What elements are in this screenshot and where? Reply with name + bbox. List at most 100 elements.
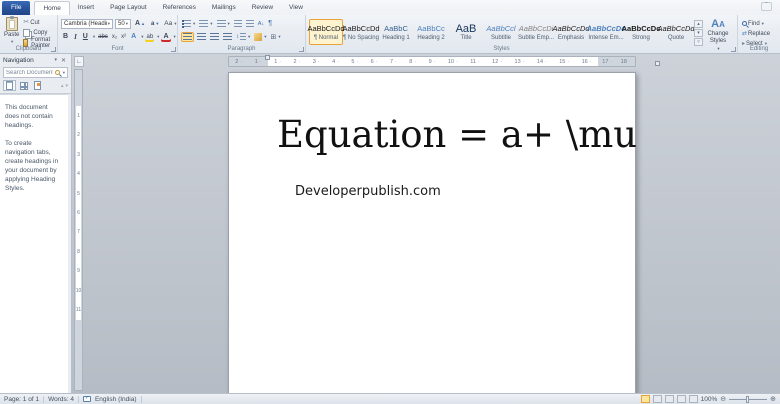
style-item[interactable]: AaBbCc Heading 2 (414, 19, 448, 45)
cut-button[interactable]: ✂ Cut (22, 18, 54, 27)
right-indent-marker[interactable] (655, 61, 660, 66)
align-right-button[interactable] (209, 32, 220, 41)
replace-button[interactable]: ⇄ Replace (741, 29, 777, 38)
print-layout-view-button[interactable] (640, 395, 650, 403)
zoom-out-icon[interactable]: ⊖ (720, 396, 726, 403)
style-item[interactable]: AaB Title (449, 19, 483, 45)
increase-indent-button[interactable] (245, 19, 255, 28)
shading-button[interactable]: ▾ (253, 32, 267, 41)
ribbon-tab[interactable]: Review (244, 1, 281, 15)
ruler-number: 9 (429, 59, 436, 65)
browse-pages-tab[interactable] (17, 80, 30, 91)
ribbon-tab[interactable]: Page Layout (102, 1, 155, 15)
show-marks-button[interactable]: ¶ (267, 20, 273, 27)
highlight-button[interactable]: ab (145, 34, 154, 40)
font-size-select[interactable]: 50 ▾ (115, 18, 131, 29)
style-label: Emphasis (557, 35, 585, 41)
subscript-button[interactable]: x₂ (111, 34, 118, 40)
zoom-level[interactable]: 100% (701, 396, 718, 403)
grow-font-button[interactable]: A ▲ (133, 20, 147, 27)
navigation-pane-title: Navigation (3, 56, 34, 64)
scissors-icon: ✂ (23, 19, 30, 26)
line-spacing-button[interactable]: ↕ ▾ (235, 32, 251, 41)
search-input[interactable]: Search Document ▾ (3, 67, 68, 78)
web-layout-view-button[interactable] (664, 395, 674, 403)
gallery-more-icon[interactable]: ▿ (694, 38, 703, 46)
ruler-number: 8 (409, 59, 416, 65)
page-count[interactable]: Page: 1 of 1 (4, 396, 39, 403)
bullet-list-icon (182, 19, 191, 28)
style-item[interactable]: AaBbCcDd Emphasis (552, 19, 589, 45)
indent-marker[interactable] (265, 55, 270, 60)
ruler-number: 15 (559, 59, 569, 65)
gallery-up-icon[interactable]: ▴ (694, 20, 703, 28)
align-center-button[interactable] (196, 32, 207, 41)
browse-results-tab[interactable] (31, 80, 44, 91)
borders-button[interactable]: ⊞ ▾ (270, 33, 282, 41)
style-item[interactable]: AaBbCcDd ¶ Normal (307, 19, 345, 45)
paste-button[interactable]: Paste ▾ (3, 16, 20, 45)
strikethrough-button[interactable]: abc (97, 34, 109, 40)
ribbon-tab[interactable]: View (281, 1, 311, 15)
navigation-hint-text: To create navigation tabs, create headin… (5, 140, 59, 192)
browse-headings-tab[interactable] (3, 80, 16, 91)
align-left-button[interactable] (181, 31, 194, 42)
bold-button[interactable]: B (61, 33, 70, 40)
ribbon-tab[interactable]: Mailings (204, 1, 244, 15)
spellcheck-icon[interactable] (82, 395, 91, 402)
sort-button[interactable]: A↓ (257, 21, 265, 27)
underline-button[interactable]: U (81, 33, 90, 40)
text-effects-button[interactable]: A (129, 33, 138, 40)
file-tab[interactable]: File (2, 1, 31, 15)
document-subtitle-text[interactable]: Developerpublish.com (229, 184, 635, 199)
font-name-select[interactable]: Cambria (Headin ▾ (61, 18, 113, 29)
multilevel-list-button[interactable]: ▾ (216, 19, 231, 28)
font-color-button[interactable]: A (161, 33, 170, 40)
horizontal-ruler[interactable]: 21 12345678910111213141516 1718 (228, 56, 636, 67)
justify-button[interactable] (222, 32, 233, 41)
italic-button[interactable]: I (72, 33, 79, 41)
clipboard-dialog-launcher-icon[interactable] (51, 47, 56, 52)
paste-label: Paste (4, 32, 20, 38)
fullscreen-reading-view-button[interactable] (652, 395, 662, 403)
ribbon-tab[interactable]: Home (34, 1, 70, 15)
zoom-slider-thumb[interactable] (746, 395, 750, 403)
change-styles-button[interactable]: AA Change Styles ▾ (703, 17, 733, 52)
change-case-button[interactable]: Aa ▾ (163, 20, 177, 27)
numbering-button[interactable]: ▾ (198, 19, 213, 28)
style-item[interactable]: AaBbC Heading 1 (379, 19, 413, 45)
outline-view-button[interactable] (676, 395, 686, 403)
style-item[interactable]: AaBbCcDd Quote (657, 19, 694, 45)
superscript-button[interactable]: x² (120, 34, 127, 40)
gallery-down-icon[interactable]: ▾ (694, 29, 703, 37)
style-item[interactable]: AaBbCcl Subtitle (484, 19, 518, 45)
ribbon-tab[interactable]: References (155, 1, 204, 15)
styles-dialog-launcher-icon[interactable] (731, 47, 736, 52)
tab-selector-button[interactable]: ∟ (74, 56, 84, 67)
ribbon-tab[interactable]: Insert (70, 1, 102, 15)
style-item[interactable]: AaBbCcDi Subtle Emp... (518, 19, 554, 45)
style-item[interactable]: AaBbCcDc Intense Em... (587, 19, 626, 45)
language-indicator[interactable]: English (India) (95, 396, 137, 403)
zoom-slider[interactable] (729, 395, 768, 403)
close-icon[interactable]: ✕ (59, 57, 68, 64)
zoom-in-icon[interactable]: ⊕ (770, 396, 776, 403)
paragraph-group: ▾ ▾ ▾ A↓ ¶ ↕ ▾ ▾ ⊞ ▾ Paragraph (178, 15, 306, 53)
document-equation-text[interactable]: Equation = a+ \mu (229, 113, 637, 156)
draft-view-button[interactable] (688, 395, 698, 403)
previous-result-icon[interactable]: ▴ (61, 83, 64, 89)
decrease-indent-button[interactable] (233, 19, 243, 28)
word-count[interactable]: Words: 4 (48, 396, 74, 403)
bullets-button[interactable]: ▾ (181, 19, 196, 28)
find-button[interactable]: Find ▾ (741, 19, 777, 28)
style-item[interactable]: AaBbCcDd ¶ No Spacing (342, 19, 379, 45)
document-page[interactable]: Equation = a+ \mu Developerpublish.com (228, 72, 637, 403)
collapse-ribbon-icon[interactable]: ˆ (761, 2, 772, 11)
ruler-number: 4 (332, 59, 339, 65)
next-result-icon[interactable]: ▾ (65, 83, 68, 89)
style-item[interactable]: AaBbCcDc Strong (622, 19, 661, 45)
vertical-ruler[interactable]: 1 2 3 4 5 6 7 8 9 10 11 (74, 69, 83, 391)
shrink-font-button[interactable]: a ▼ (149, 21, 161, 27)
font-dialog-launcher-icon[interactable] (171, 47, 176, 52)
paragraph-dialog-launcher-icon[interactable] (299, 47, 304, 52)
